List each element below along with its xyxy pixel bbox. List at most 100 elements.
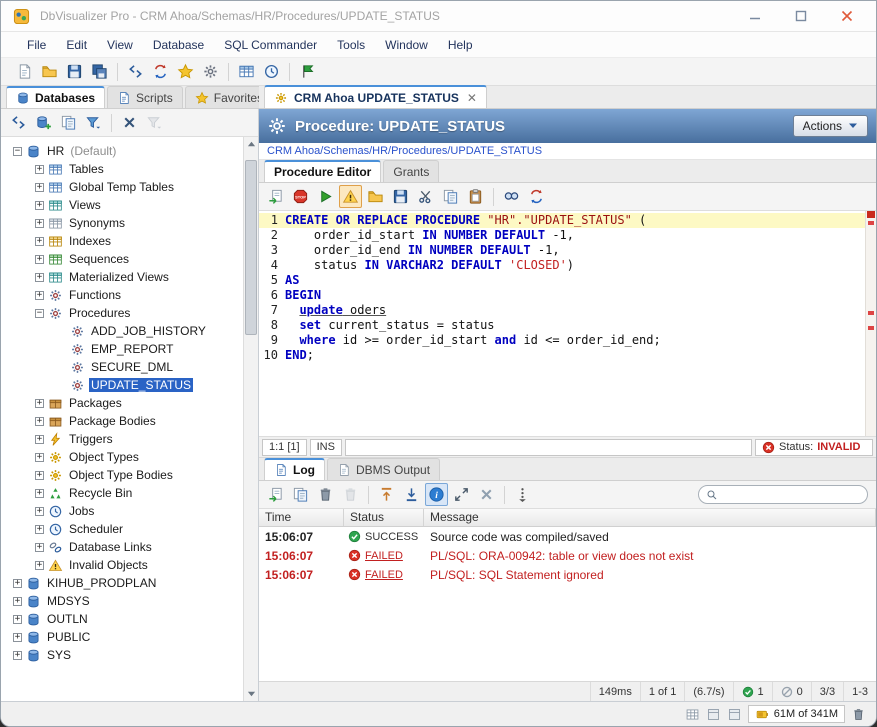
scrollbar-thumb[interactable] [245,160,257,335]
tree-item-secure-dml[interactable]: SECURE_DML [1,358,243,376]
tree-item-object-type-bodies[interactable]: +Object Type Bodies [1,466,243,484]
code-line[interactable]: 10END; [259,348,865,363]
fit-columns-button[interactable] [450,483,473,506]
expand-plus-icon[interactable]: + [35,417,44,426]
memory-indicator[interactable]: 61M of 341M [748,705,845,723]
tree-item-add-job-history[interactable]: ADD_JOB_HISTORY [1,322,243,340]
tree-item-invalid-objects[interactable]: +Invalid Objects [1,556,243,574]
minimize-button[interactable] [738,4,772,28]
expand-plus-icon[interactable]: + [13,615,22,624]
code-line[interactable]: 4 status IN VARCHAR2 DEFAULT 'CLOSED') [259,258,865,273]
save-all-button[interactable] [88,60,111,83]
tree-item-triggers[interactable]: +Triggers [1,430,243,448]
menu-database[interactable]: Database [143,34,214,56]
expand-plus-icon[interactable]: + [35,507,44,516]
tree-item-scheduler[interactable]: +Scheduler [1,520,243,538]
log-search-input[interactable] [722,489,860,501]
expand-plus-icon[interactable]: + [35,453,44,462]
object-tab[interactable]: CRM Ahoa UPDATE_STATUS ✕ [264,85,487,108]
tree-item-object-types[interactable]: +Object Types [1,448,243,466]
execute-button[interactable] [314,185,337,208]
menu-help[interactable]: Help [438,34,483,56]
expand-plus-icon[interactable]: + [35,525,44,534]
code-line[interactable]: 2 order_id_start IN NUMBER DEFAULT -1, [259,228,865,243]
table-data-button[interactable] [235,60,258,83]
expand-plus-icon[interactable]: + [13,633,22,642]
tool-properties-button[interactable] [199,60,222,83]
tree-item-packages[interactable]: +Packages [1,394,243,412]
expand-plus-icon[interactable]: + [35,471,44,480]
connections-button[interactable] [124,60,147,83]
open-button[interactable] [38,60,61,83]
code-line[interactable]: 8 set current_status = status [259,318,865,333]
panel-layout-icon[interactable] [706,707,721,722]
remove-entry-button[interactable] [314,483,337,506]
expand-plus-icon[interactable]: + [35,489,44,498]
log-row[interactable]: 15:06:07FAILEDPL/SQL: ORA-00942: table o… [259,546,876,565]
tree-item-package-bodies[interactable]: +Package Bodies [1,412,243,430]
tree-item-procedures[interactable]: −Procedures [1,304,243,322]
expand-plus-icon[interactable]: + [13,597,22,606]
tree-item-public[interactable]: +PUBLIC [1,628,243,646]
log-search-box[interactable] [698,485,868,504]
maximize-button[interactable] [784,4,818,28]
tab-databases[interactable]: Databases [6,86,105,108]
expand-plus-icon[interactable]: + [35,255,44,264]
stop-button[interactable]: STOP [289,185,312,208]
expand-plus-icon[interactable]: + [13,651,22,660]
code-line[interactable]: 9 where id >= order_id_start and id <= o… [259,333,865,348]
copy-button[interactable] [439,185,462,208]
code-line[interactable]: 3 order_id_end IN NUMBER DEFAULT -1, [259,243,865,258]
tab-dbms-output[interactable]: DBMS Output [327,458,440,480]
filter-options-button[interactable] [143,111,166,134]
expand-plus-icon[interactable]: + [35,219,44,228]
code-line[interactable]: 7 update oders [259,303,865,318]
tree-item-kihub-prodplan[interactable]: +KIHUB_PRODPLAN [1,574,243,592]
tree-item-outln[interactable]: +OUTLN [1,610,243,628]
save-to-file-button[interactable] [389,185,412,208]
menu-tools[interactable]: Tools [327,34,375,56]
code-editor[interactable]: 1CREATE OR REPLACE PROCEDURE "HR"."UPDAT… [259,211,876,437]
garbage-collect-icon[interactable] [851,707,866,722]
tree-item-recycle-bin[interactable]: +Recycle Bin [1,484,243,502]
menu-edit[interactable]: Edit [56,34,97,56]
expand-plus-icon[interactable]: + [35,543,44,552]
error-mark[interactable] [868,221,874,225]
compare-button[interactable] [525,185,548,208]
expand-plus-icon[interactable]: + [35,165,44,174]
close-button[interactable] [830,4,864,28]
menu-view[interactable]: View [97,34,143,56]
tree-item-functions[interactable]: +Functions [1,286,243,304]
export-log-button[interactable] [264,483,287,506]
tree-item-mdsys[interactable]: +MDSYS [1,592,243,610]
tree-item-database-links[interactable]: +Database Links [1,538,243,556]
expand-plus-icon[interactable]: + [35,435,44,444]
menu-file[interactable]: File [17,34,56,56]
scroll-to-top-button[interactable] [375,483,398,506]
tab-log[interactable]: Log [264,458,325,480]
scroll-up-icon[interactable] [244,137,258,152]
expand-plus-icon[interactable]: + [35,273,44,282]
scrollbar-track[interactable] [244,152,258,686]
expand-plus-icon[interactable]: + [35,201,44,210]
error-stripe[interactable] [865,211,876,436]
show-details-button[interactable]: i [425,483,448,506]
copy-log-button[interactable] [289,483,312,506]
tree-item-sequences[interactable]: +Sequences [1,250,243,268]
code-line[interactable]: 6BEGIN [259,288,865,303]
reconnect-button[interactable] [149,60,172,83]
paste-button[interactable] [464,185,487,208]
show-errors-button[interactable] [339,185,362,208]
column-header-message[interactable]: Message [424,509,876,526]
clear-filter-button[interactable] [118,111,141,134]
new-file-button[interactable] [13,60,36,83]
favorites-button[interactable] [174,60,197,83]
close-log-button[interactable] [475,483,498,506]
find-replace-button[interactable] [500,185,523,208]
tree-item-update-status[interactable]: UPDATE_STATUS [1,376,243,394]
error-mark[interactable] [868,311,874,315]
tree-item-emp-report[interactable]: EMP_REPORT [1,340,243,358]
save-button[interactable] [63,60,86,83]
more-options-button[interactable] [511,483,534,506]
create-connection-button[interactable] [32,111,55,134]
